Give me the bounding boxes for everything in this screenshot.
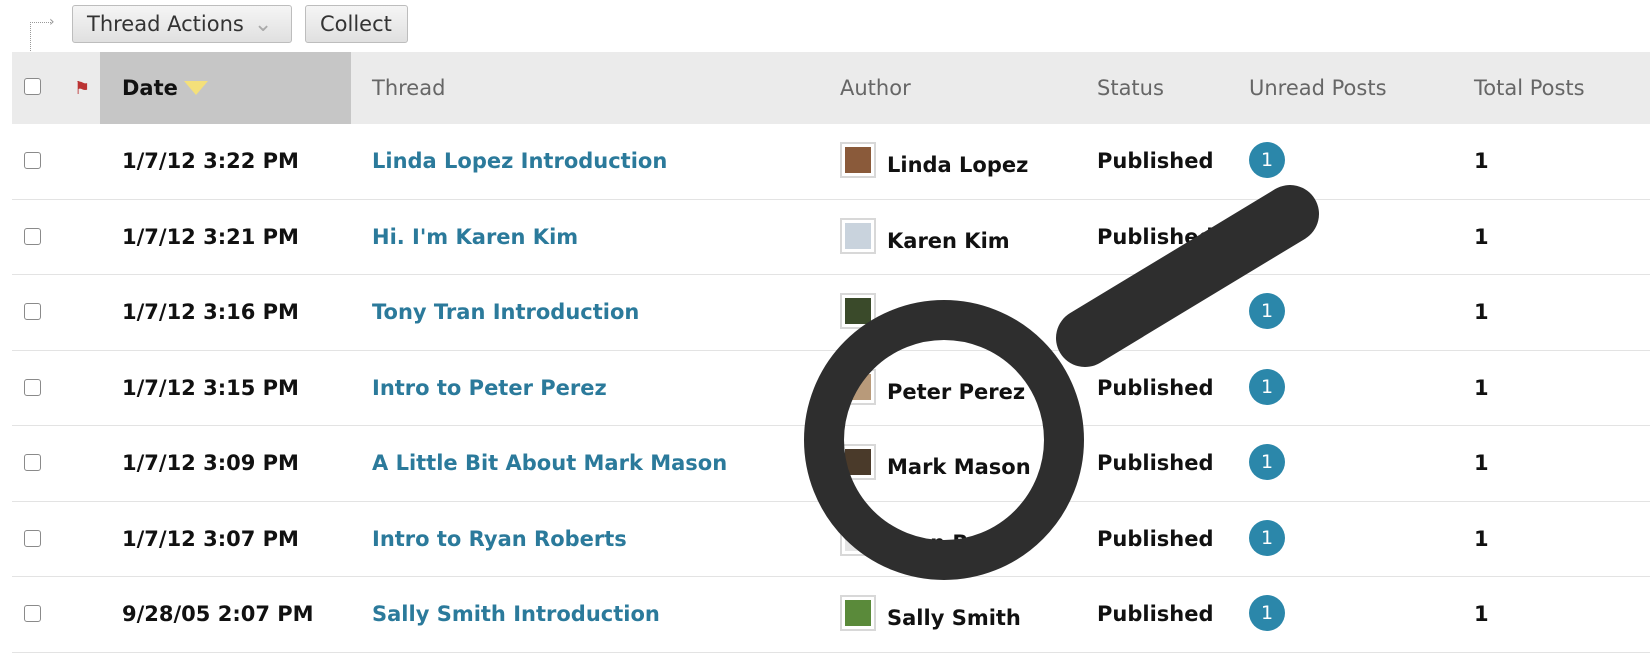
- row-author[interactable]: Peter Perez: [887, 355, 1025, 429]
- table-row: 1/7/12 3:21 PM Hi. I'm Karen Kim Karen K…: [12, 200, 1650, 278]
- row-checkbox[interactable]: [24, 152, 41, 169]
- thread-link[interactable]: Intro to Ryan Roberts: [372, 502, 627, 576]
- column-header-author[interactable]: Author: [840, 52, 911, 124]
- author-avatar: [840, 217, 876, 254]
- thread-link[interactable]: Hi. I'm Karen Kim: [372, 200, 578, 274]
- thread-actions-button[interactable]: Thread Actions ⌄: [72, 5, 292, 43]
- threads-table: ⚑ Date Thread Author Status Unread Posts…: [12, 52, 1650, 653]
- table-row: 1/7/12 3:09 PM A Little Bit About Mark M…: [12, 426, 1650, 502]
- thread-link[interactable]: Tony Tran Introduction: [372, 275, 639, 349]
- unread-badge[interactable]: 1: [1249, 595, 1285, 631]
- connector-line: [30, 22, 51, 51]
- row-date: 1/7/12 3:16 PM: [122, 300, 299, 324]
- collect-button[interactable]: Collect: [305, 5, 408, 43]
- column-header-unread-posts[interactable]: Unread Posts: [1249, 52, 1387, 124]
- row-date: 9/28/05 2:07 PM: [122, 602, 314, 626]
- table-header: ⚑ Date Thread Author Status Unread Posts…: [12, 52, 1650, 124]
- author-avatar: [840, 368, 876, 405]
- row-author[interactable]: Karen Kim: [887, 204, 1010, 278]
- row-status: Published: [1097, 451, 1214, 475]
- flag-icon[interactable]: ⚑: [74, 78, 90, 99]
- row-total: 1: [1474, 451, 1489, 475]
- table-row: 1/7/12 3:07 PM Intro to Ryan Roberts Rya…: [12, 502, 1650, 580]
- unread-badge[interactable]: 1: [1249, 519, 1285, 556]
- row-status: Published: [1097, 224, 1214, 249]
- row-date: 1/7/12 3:22 PM: [122, 149, 299, 173]
- table-row: 1/7/12 3:16 PM Tony Tran Introduction 1 …: [12, 275, 1650, 351]
- row-date: 1/7/12 3:21 PM: [122, 224, 299, 249]
- double-chevron-down-icon: ⌄: [253, 12, 273, 37]
- author-avatar: [840, 595, 876, 631]
- row-total: 1: [1474, 602, 1489, 626]
- table-row: 9/28/05 2:07 PM Sally Smith Introduction…: [12, 577, 1650, 653]
- row-author[interactable]: Sally Smith: [887, 581, 1021, 655]
- column-header-total-posts[interactable]: Total Posts: [1474, 52, 1585, 124]
- select-all-checkbox[interactable]: [24, 78, 41, 95]
- toolbar: › Thread Actions ⌄ Collect: [0, 0, 1650, 52]
- row-checkbox[interactable]: [24, 303, 41, 320]
- thread-link[interactable]: Intro to Peter Perez: [372, 351, 607, 425]
- column-header-date[interactable]: Date: [122, 52, 208, 124]
- row-date: 1/7/12 3:15 PM: [122, 375, 299, 400]
- author-avatar: [840, 293, 876, 329]
- thread-link[interactable]: Linda Lopez Introduction: [372, 124, 667, 198]
- row-total: 1: [1474, 375, 1489, 400]
- row-total: 1: [1474, 526, 1489, 551]
- thread-link[interactable]: A Little Bit About Mark Mason: [372, 426, 727, 500]
- row-status: Published: [1097, 526, 1214, 551]
- row-author[interactable]: Ryan Robe: [887, 506, 1012, 580]
- row-total: 1: [1474, 149, 1489, 173]
- row-author[interactable]: Mark Mason: [887, 430, 1031, 504]
- author-avatar: [840, 519, 876, 556]
- row-date: 1/7/12 3:09 PM: [122, 451, 299, 475]
- row-author[interactable]: Linda Lopez: [887, 128, 1028, 202]
- thread-actions-label: Thread Actions: [87, 12, 244, 36]
- row-total: 1: [1474, 224, 1489, 249]
- unread-badge[interactable]: 1: [1249, 293, 1285, 329]
- unread-badge[interactable]: 1: [1249, 444, 1285, 480]
- row-checkbox[interactable]: [24, 529, 41, 547]
- table-row: 1/7/12 3:15 PM Intro to Peter Perez Pete…: [12, 351, 1650, 429]
- row-checkbox[interactable]: [24, 605, 41, 622]
- row-status: Published: [1097, 149, 1214, 173]
- author-avatar: [840, 444, 876, 480]
- thread-link[interactable]: Sally Smith Introduction: [372, 577, 660, 651]
- column-header-status[interactable]: Status: [1097, 52, 1164, 124]
- unread-badge[interactable]: 1: [1249, 142, 1285, 178]
- table-row: 1/7/12 3:22 PM Linda Lopez Introduction …: [12, 124, 1650, 200]
- row-checkbox[interactable]: [24, 227, 41, 245]
- author-avatar: [840, 142, 876, 178]
- row-status: Published: [1097, 375, 1214, 400]
- sort-down-icon: [183, 81, 208, 95]
- row-total: 1: [1474, 300, 1489, 324]
- connector-arrow-icon: ›: [49, 14, 55, 30]
- row-checkbox[interactable]: [24, 454, 41, 471]
- unread-badge[interactable]: 1: [1249, 368, 1285, 405]
- column-header-thread[interactable]: Thread: [372, 52, 445, 124]
- row-status: Published: [1097, 602, 1214, 626]
- row-date: 1/7/12 3:07 PM: [122, 526, 299, 551]
- date-header-label: Date: [122, 76, 178, 100]
- row-checkbox[interactable]: [24, 378, 41, 396]
